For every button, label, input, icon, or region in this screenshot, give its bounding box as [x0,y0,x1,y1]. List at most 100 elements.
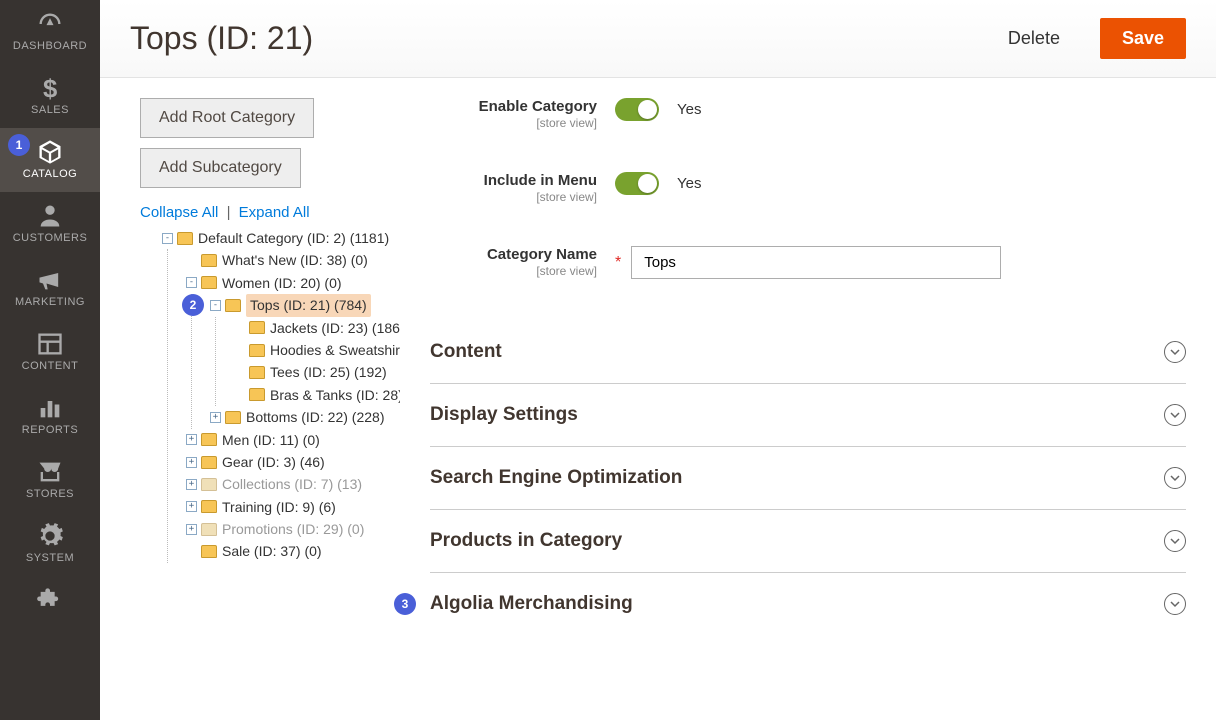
field-scope: [store view] [430,264,597,278]
tree-node-tops[interactable]: 2 - Tops (ID: 21) (784) [210,294,400,316]
folder-icon [201,545,217,558]
sidebar-item-sales[interactable]: $ SALES [0,64,100,128]
folder-icon [177,232,193,245]
page-header: Tops (ID: 21) Delete Save [100,0,1216,78]
gear-icon [36,524,64,548]
tree-node-promotions[interactable]: +Promotions (ID: 29) (0) [186,518,400,540]
tree-node-gear[interactable]: +Gear (ID: 3) (46) [186,451,400,473]
folder-icon [201,433,217,446]
chevron-down-icon [1164,530,1186,552]
tree-node-default[interactable]: - Default Category (ID: 2) (1181) [162,227,400,249]
sidebar-label: CONTENT [22,360,79,372]
folder-icon [201,500,217,513]
folder-icon [201,254,217,267]
sidebar-item-dashboard[interactable]: DASHBOARD [0,0,100,64]
tree-node-collections[interactable]: + Collections (ID: 7) (13) [186,473,400,495]
expand-toggle[interactable]: - [210,300,221,311]
storefront-icon [36,460,64,484]
cube-icon [36,140,64,164]
step-badge-2: 2 [182,294,204,316]
expand-toggle[interactable]: + [186,434,197,445]
person-icon [36,204,64,228]
save-button[interactable]: Save [1100,18,1186,59]
tree-node-whatsnew[interactable]: What's New (ID: 38) (0) [186,249,400,271]
tree-node-women[interactable]: - Women (ID: 20) (0) [186,272,400,294]
field-category-name: Category Name [store view] * [430,246,1186,279]
bars-icon [36,396,64,420]
expand-toggle[interactable]: + [186,524,197,535]
section-title: Algolia Merchandising [430,593,1164,615]
category-name-input[interactable] [631,246,1001,279]
category-tree: - Default Category (ID: 2) (1181) What's… [140,227,400,563]
sidebar-item-content[interactable]: CONTENT [0,320,100,384]
sidebar-label: CATALOG [23,168,77,180]
tree-node-men[interactable]: +Men (ID: 11) (0) [186,429,400,451]
folder-icon [201,478,217,491]
puzzle-icon [36,588,64,612]
expand-toggle[interactable]: - [186,277,197,288]
enable-category-toggle[interactable] [615,98,659,121]
chevron-down-icon [1164,341,1186,363]
svg-text:$: $ [43,75,57,102]
tree-label: Collections (ID: 7) (13) [222,473,362,495]
tree-controls: Collapse All | Expand All [140,204,400,221]
section-products[interactable]: Products in Category [430,510,1186,573]
section-algolia[interactable]: 3 Algolia Merchandising [430,573,1186,635]
gauge-icon [36,12,64,36]
tree-label: Tees (ID: 25) (192) [270,361,387,383]
tree-node-jackets[interactable]: Jackets (ID: 23) (186) [234,317,400,339]
expand-toggle[interactable]: - [162,233,173,244]
admin-sidebar: DASHBOARD $ SALES 1 CATALOG CUSTOMERS MA… [0,0,100,720]
category-tree-panel: Add Root Category Add Subcategory Collap… [140,98,400,708]
main-area: Tops (ID: 21) Delete Save Add Root Categ… [100,0,1216,720]
sidebar-item-system[interactable]: SYSTEM [0,512,100,576]
sidebar-item-customers[interactable]: CUSTOMERS [0,192,100,256]
category-form: Enable Category [store view] Yes Include… [400,98,1186,708]
section-title: Content [430,341,1164,363]
sidebar-item-catalog[interactable]: 1 CATALOG [0,128,100,192]
tree-node-training[interactable]: +Training (ID: 9) (6) [186,496,400,518]
tree-label: Women (ID: 20) (0) [222,272,342,294]
tree-node-bottoms[interactable]: + Bottoms (ID: 22) (228) [210,406,400,428]
sidebar-label: STORES [26,488,74,500]
required-asterisk: * [615,254,621,272]
tree-label: What's New (ID: 38) (0) [222,249,368,271]
tree-label: Default Category (ID: 2) (1181) [198,227,389,249]
tree-node-tees[interactable]: Tees (ID: 25) (192) [234,361,400,383]
expand-toggle[interactable]: + [186,479,197,490]
tree-node-hoodies[interactable]: Hoodies & Sweatshirts [234,339,400,361]
sidebar-item-partners[interactable] [0,576,100,616]
dollar-icon: $ [36,76,64,100]
collapse-all-link[interactable]: Collapse All [140,204,218,221]
section-display-settings[interactable]: Display Settings [430,384,1186,447]
tree-label: Bottoms (ID: 22) (228) [246,406,385,428]
tree-node-bras[interactable]: Bras & Tanks (ID: 28) [234,384,400,406]
sidebar-item-reports[interactable]: REPORTS [0,384,100,448]
folder-icon [201,523,217,536]
include-menu-toggle[interactable] [615,172,659,195]
sidebar-item-stores[interactable]: STORES [0,448,100,512]
expand-toggle[interactable]: + [186,457,197,468]
field-include-menu: Include in Menu [store view] Yes [430,172,1186,204]
add-subcategory-button[interactable]: Add Subcategory [140,148,301,188]
tree-node-sale[interactable]: Sale (ID: 37) (0) [186,540,400,562]
folder-icon [201,276,217,289]
sidebar-item-marketing[interactable]: MARKETING [0,256,100,320]
expand-all-link[interactable]: Expand All [239,204,310,221]
delete-button[interactable]: Delete [986,18,1082,59]
section-title: Display Settings [430,404,1164,426]
section-seo[interactable]: Search Engine Optimization [430,447,1186,510]
expand-toggle[interactable]: + [186,501,197,512]
field-label: Enable Category [479,98,597,115]
content-wrap: Add Root Category Add Subcategory Collap… [100,78,1216,708]
add-root-category-button[interactable]: Add Root Category [140,98,314,138]
section-title: Search Engine Optimization [430,467,1164,489]
tree-label: Hoodies & Sweatshirts [270,339,400,361]
page-title: Tops (ID: 21) [130,20,986,57]
sidebar-label: DASHBOARD [13,40,87,52]
folder-icon [201,456,217,469]
expand-toggle[interactable]: + [210,412,221,423]
section-content[interactable]: Content [430,321,1186,384]
separator: | [227,204,231,221]
chevron-down-icon [1164,467,1186,489]
